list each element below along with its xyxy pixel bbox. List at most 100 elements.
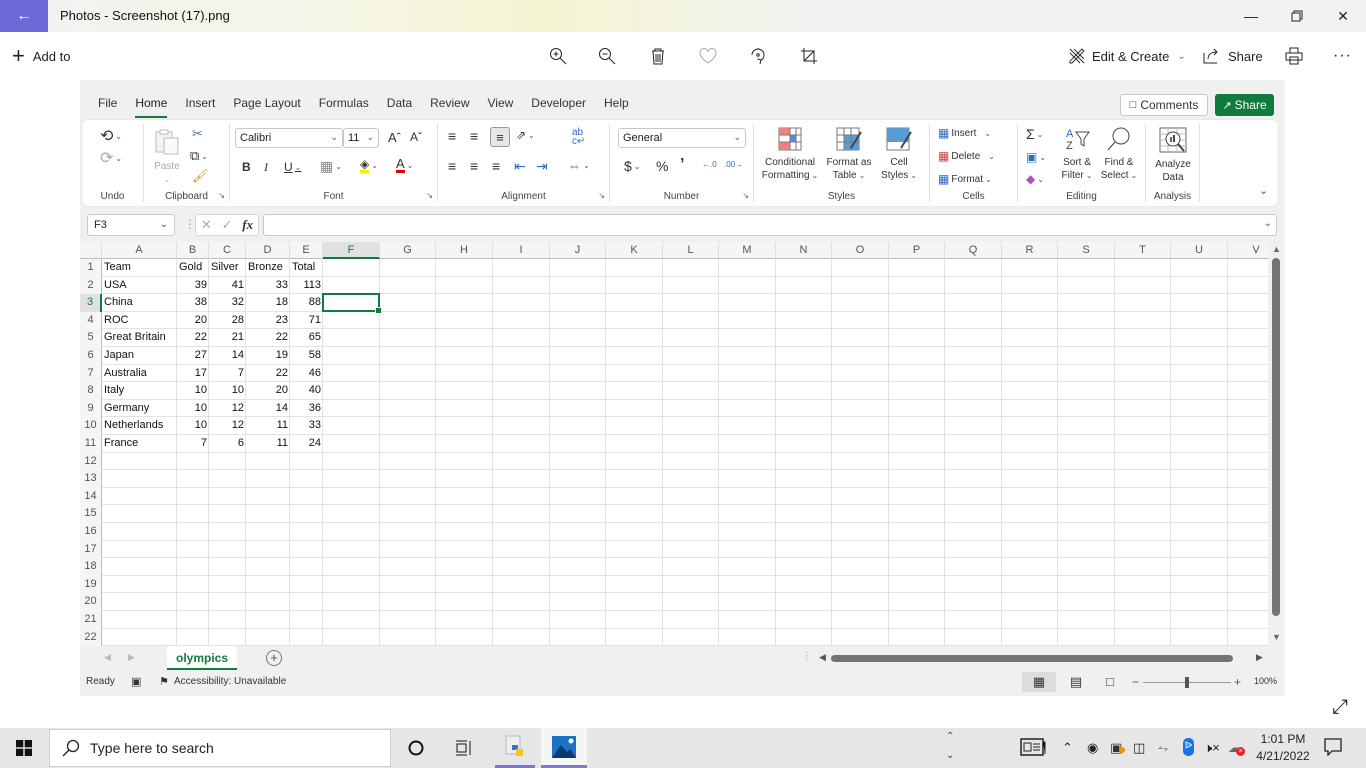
cell-B3[interactable]: 38: [177, 294, 209, 311]
accessibility-status[interactable]: Accessibility: Unavailable: [174, 676, 286, 687]
column-header-M[interactable]: M: [719, 242, 776, 259]
column-header-N[interactable]: N: [776, 242, 832, 259]
find-select-button[interactable]: Find & Select ⌄: [1098, 126, 1140, 182]
cell-C5[interactable]: 21: [209, 329, 246, 346]
cell-C8[interactable]: 10: [209, 382, 246, 399]
onedrive-error-icon[interactable]: ☁ ×: [1228, 740, 1245, 756]
vertical-scroll-thumb[interactable]: [1272, 258, 1280, 616]
cell-E4[interactable]: 71: [290, 312, 323, 329]
borders-button[interactable]: ▦ ⌄: [320, 158, 342, 175]
row-header-20[interactable]: 20: [80, 593, 102, 611]
cell-C9[interactable]: 12: [209, 400, 246, 417]
row-header-16[interactable]: 16: [80, 523, 102, 541]
cell-C1[interactable]: Silver: [209, 259, 246, 276]
zoom-in-icon[interactable]: +: [1234, 675, 1241, 689]
sheet-tab-olympics[interactable]: olympics: [167, 646, 237, 670]
tab-file[interactable]: File: [98, 94, 117, 116]
task-view-button[interactable]: [444, 728, 484, 768]
clock[interactable]: 1:01 PM 4/21/2022: [1250, 731, 1316, 765]
cell-B4[interactable]: 20: [177, 312, 209, 329]
tab-formulas[interactable]: Formulas: [319, 94, 369, 116]
column-header-U[interactable]: U: [1171, 242, 1228, 259]
cell-D5[interactable]: 22: [246, 329, 290, 346]
merge-center-button[interactable]: ⇔ ⌄: [568, 158, 590, 173]
cell-B5[interactable]: 22: [177, 329, 209, 346]
news-icon[interactable]: [1020, 738, 1046, 759]
row-header-1[interactable]: 1: [80, 259, 102, 277]
format-cells-button[interactable]: ▦ Format ⌄: [938, 172, 992, 186]
cell-D8[interactable]: 20: [246, 382, 290, 399]
cut-button[interactable]: ✂: [192, 126, 203, 142]
tab-view[interactable]: View: [488, 94, 514, 116]
battery-icon[interactable]: ◫: [1133, 740, 1145, 756]
tab-review[interactable]: Review: [430, 94, 469, 116]
cell-C11[interactable]: 6: [209, 435, 246, 452]
volume-muted-icon[interactable]: 🕨×: [1204, 740, 1220, 756]
decrease-decimal-button[interactable]: .00→: [724, 160, 743, 169]
cell-E2[interactable]: 113: [290, 277, 323, 294]
column-header-I[interactable]: I: [493, 242, 550, 259]
cell-A6[interactable]: Japan: [102, 347, 177, 364]
column-header-D[interactable]: D: [246, 242, 290, 259]
row-header-13[interactable]: 13: [80, 470, 102, 488]
fill-color-button[interactable]: ◈ ⌄: [360, 158, 378, 173]
column-header-V[interactable]: V: [1228, 242, 1268, 259]
cell-D4[interactable]: 23: [246, 312, 290, 329]
normal-view-button[interactable]: ▦: [1022, 672, 1056, 692]
next-sheet-icon[interactable]: ▶: [128, 652, 135, 663]
cell-C7[interactable]: 7: [209, 365, 246, 382]
sync-icon[interactable]: ▣: [1110, 740, 1125, 756]
top-align-button[interactable]: ≡: [448, 128, 456, 144]
cell-E6[interactable]: 58: [290, 347, 323, 364]
close-button[interactable]: ✕: [1320, 0, 1366, 32]
orientation-button[interactable]: ⇗ ⌄: [516, 128, 535, 142]
redo-button[interactable]: ⟳ ⌄: [100, 148, 122, 168]
row-header-22[interactable]: 22: [80, 628, 102, 646]
vertical-scrollbar[interactable]: ▲ ▼: [1268, 242, 1285, 646]
number-format-combo[interactable]: General ⌄: [618, 128, 746, 148]
row-header-11[interactable]: 11: [80, 435, 102, 453]
prev-sheet-icon[interactable]: ◀: [104, 652, 111, 663]
row-header-4[interactable]: 4: [80, 311, 102, 330]
favorite-button[interactable]: [699, 44, 717, 68]
increase-font-button[interactable]: Aˆ: [388, 130, 401, 145]
more-options-button[interactable]: ···: [1333, 44, 1352, 68]
zoom-out-icon[interactable]: −: [1132, 675, 1139, 689]
cell-B6[interactable]: 27: [177, 347, 209, 364]
cell-B10[interactable]: 10: [177, 417, 209, 434]
clipboard-launcher-icon[interactable]: ↘: [218, 191, 225, 200]
cell-A1[interactable]: Team: [102, 259, 177, 276]
increase-decimal-button[interactable]: ←.0: [702, 160, 717, 169]
select-all-corner[interactable]: [80, 242, 102, 259]
cell-styles-button[interactable]: Cell Styles ⌄: [876, 126, 922, 182]
column-header-O[interactable]: O: [832, 242, 889, 259]
taskbar-python-app[interactable]: [495, 728, 535, 768]
currency-button[interactable]: $ ⌄: [624, 158, 641, 174]
meet-now-icon[interactable]: ◉: [1087, 740, 1098, 756]
page-break-view-button[interactable]: □: [1100, 672, 1120, 692]
row-header-5[interactable]: 5: [80, 329, 102, 347]
column-header-E[interactable]: E: [290, 242, 323, 259]
formula-input[interactable]: ⌄: [263, 214, 1277, 236]
row-header-12[interactable]: 12: [80, 452, 102, 471]
paste-button[interactable]: Paste ⌄: [150, 128, 184, 186]
cell-C2[interactable]: 41: [209, 277, 246, 294]
column-header-J[interactable]: J: [550, 242, 606, 259]
cell-B8[interactable]: 10: [177, 382, 209, 399]
taskbar-search-box[interactable]: Type here to search: [49, 729, 391, 767]
insert-function-icon[interactable]: fx: [242, 217, 253, 233]
row-header-14[interactable]: 14: [80, 487, 102, 506]
show-hidden-icons[interactable]: ⌃: [1062, 740, 1073, 756]
underline-button[interactable]: U ⌄: [284, 160, 301, 174]
row-header-3[interactable]: 3: [80, 294, 102, 312]
comments-button[interactable]: □ Comments: [1120, 94, 1208, 116]
percent-button[interactable]: %: [656, 158, 668, 174]
autosum-button[interactable]: Σ ⌄: [1026, 126, 1043, 142]
bluetooth-icon[interactable]: ᐉ: [1183, 738, 1194, 756]
cell-D2[interactable]: 33: [246, 277, 290, 294]
taskbar-scroll-down-icon[interactable]: ⌄: [946, 750, 954, 761]
cell-C3[interactable]: 32: [209, 294, 246, 311]
scroll-down-icon[interactable]: ▼: [1272, 632, 1281, 642]
row-header-9[interactable]: 9: [80, 399, 102, 418]
cell-A9[interactable]: Germany: [102, 400, 177, 417]
